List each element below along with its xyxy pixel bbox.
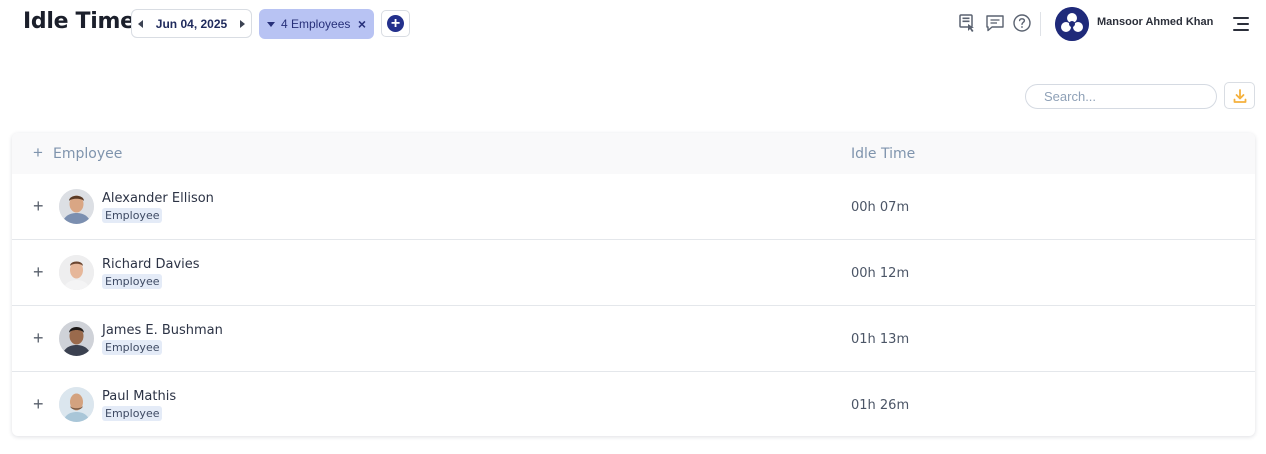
role-badge: Employee xyxy=(102,208,163,223)
table-row[interactable]: + Richard Davies Employee 00h 12m xyxy=(12,240,1255,306)
header-divider xyxy=(1040,12,1041,36)
download-icon xyxy=(1233,88,1246,103)
menu-icon[interactable] xyxy=(1231,16,1249,32)
table-header: + Employee Idle Time xyxy=(12,133,1255,174)
chat-icon[interactable] xyxy=(985,13,1005,33)
next-date-icon[interactable] xyxy=(239,19,245,28)
caret-down-icon[interactable] xyxy=(267,21,275,27)
employee-name[interactable]: Richard Davies xyxy=(102,257,200,272)
employee-name[interactable]: Alexander Ellison xyxy=(102,191,214,206)
avatar xyxy=(59,387,94,422)
person-photo-icon xyxy=(59,255,94,290)
avatar xyxy=(59,189,94,224)
previous-date-icon[interactable] xyxy=(138,19,143,28)
clear-filter-icon[interactable]: × xyxy=(358,17,366,31)
avatar xyxy=(59,255,94,290)
search-input[interactable] xyxy=(1025,84,1217,109)
person-photo-icon xyxy=(59,189,94,224)
plus-icon: + xyxy=(387,15,404,32)
column-header-idle-time[interactable]: Idle Time xyxy=(851,146,915,162)
avatar xyxy=(59,321,94,356)
idle-time-table: + Employee Idle Time + Alexander Ellison… xyxy=(12,133,1255,436)
employee-filter-chip[interactable]: 4 Employees × xyxy=(259,9,374,39)
idle-time-value: 01h 26m xyxy=(851,398,910,413)
date-picker[interactable]: Jun 04, 2025 xyxy=(131,9,252,38)
expand-all-icon[interactable]: + xyxy=(33,144,43,161)
expand-row-icon[interactable]: + xyxy=(33,263,44,281)
employee-name[interactable]: James E. Bushman xyxy=(102,323,223,338)
timesheet-icon[interactable] xyxy=(958,13,978,33)
person-photo-icon xyxy=(59,387,94,422)
add-filter-button[interactable]: + xyxy=(381,10,410,37)
expand-row-icon[interactable]: + xyxy=(33,329,44,347)
page-title: Idle Time xyxy=(23,9,135,34)
column-header-employee[interactable]: Employee xyxy=(53,146,122,162)
download-button[interactable] xyxy=(1224,82,1255,109)
employee-name[interactable]: Paul Mathis xyxy=(102,389,176,404)
expand-row-icon[interactable]: + xyxy=(33,197,44,215)
role-badge: Employee xyxy=(102,340,163,355)
table-row[interactable]: + Paul Mathis Employee 01h 26m xyxy=(12,372,1255,436)
user-avatar[interactable] xyxy=(1055,7,1089,41)
help-icon[interactable] xyxy=(1012,13,1032,33)
idle-time-value: 00h 12m xyxy=(851,266,910,281)
employee-filter-label[interactable]: 4 Employees xyxy=(281,17,352,31)
role-badge: Employee xyxy=(102,406,163,421)
table-row[interactable]: + Alexander Ellison Employee 00h 07m xyxy=(12,174,1255,240)
person-photo-icon xyxy=(59,321,94,356)
top-bar: Idle Time Jun 04, 2025 4 Employees × + M… xyxy=(0,0,1266,48)
role-badge: Employee xyxy=(102,274,163,289)
selected-date[interactable]: Jun 04, 2025 xyxy=(156,17,227,31)
idle-time-value: 00h 07m xyxy=(851,200,910,215)
expand-row-icon[interactable]: + xyxy=(33,395,44,413)
user-name[interactable]: Mansoor Ahmed Khan xyxy=(1097,16,1213,28)
table-row[interactable]: + James E. Bushman Employee 01h 13m xyxy=(12,306,1255,372)
idle-time-value: 01h 13m xyxy=(851,332,910,347)
company-logo-icon xyxy=(1055,7,1089,41)
